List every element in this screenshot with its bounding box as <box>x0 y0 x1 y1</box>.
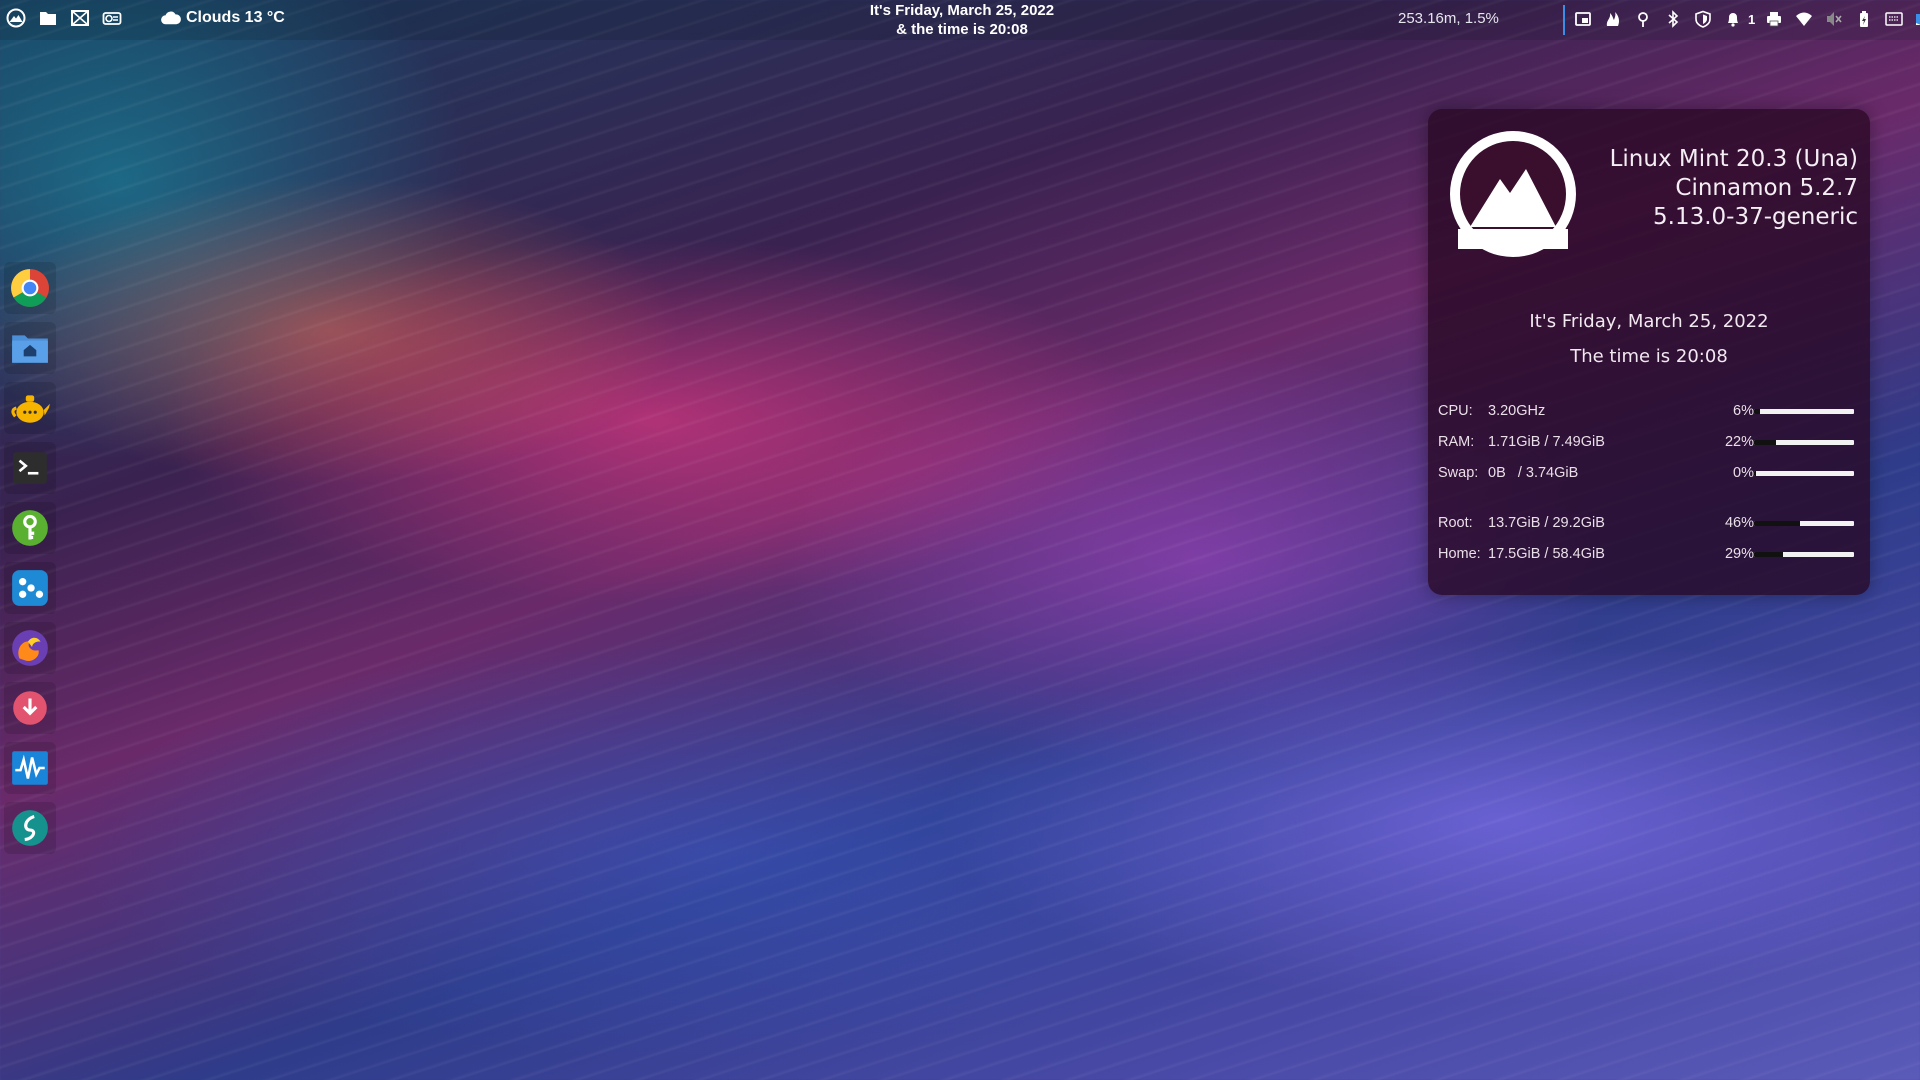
top-panel: Clouds 13 °C It's Friday, March 25, 2022… <box>0 0 1920 40</box>
dots-app-icon <box>12 570 48 606</box>
stat-bar <box>1754 409 1854 414</box>
stat-row-cpu: CPU: 3.20GHz 6% <box>1438 403 1858 423</box>
stat-bar <box>1754 471 1854 476</box>
dock-item-firefox[interactable] <box>4 622 56 674</box>
stat-percent: 0% <box>1733 465 1754 481</box>
stat-percent: 6% <box>1733 403 1754 419</box>
cloud-icon <box>161 11 181 25</box>
download-icon <box>13 691 47 725</box>
stat-bar-fill <box>1754 440 1776 445</box>
stat-value: 13.7GiB / 29.2GiB <box>1488 515 1605 531</box>
wifi-icon[interactable] <box>1793 8 1815 30</box>
stat-bar <box>1754 440 1854 445</box>
stat-value: 0B / 3.74GiB <box>1488 465 1579 481</box>
desklet-time: The time is 20:08 <box>1570 346 1728 367</box>
stat-label: Root: <box>1438 515 1473 531</box>
shield-icon[interactable] <box>1692 8 1714 30</box>
dock-item-system-monitor[interactable] <box>4 742 56 794</box>
os-name: Linux Mint 20.3 (Una) <box>1609 146 1858 172</box>
printer-icon[interactable] <box>1763 8 1785 30</box>
desktop-icon[interactable] <box>1913 8 1920 30</box>
stat-value: 1.71GiB / 7.49GiB <box>1488 434 1605 450</box>
weather-label: Clouds 13 °C <box>186 9 285 26</box>
bell-icon[interactable] <box>1722 8 1744 30</box>
flame-icon[interactable] <box>1602 8 1624 30</box>
stat-bar-fill <box>1754 471 1756 476</box>
window-icon[interactable] <box>1572 8 1594 30</box>
stat-percent: 29% <box>1724 546 1754 562</box>
stat-bar-fill <box>1754 552 1783 557</box>
memory-applet[interactable]: 253.16m, 1.5% <box>1398 10 1499 27</box>
stat-row-home: Home: 17.5GiB / 58.4GiB 29% <box>1438 546 1858 566</box>
system-info: Linux Mint 20.3 (Una) Cinnamon 5.2.7 5.1… <box>1610 145 1858 232</box>
stat-value: 17.5GiB / 58.4GiB <box>1488 546 1605 562</box>
system-monitor-icon <box>12 751 48 785</box>
mute-icon[interactable] <box>1823 8 1845 30</box>
stat-bar-fill <box>1754 409 1760 414</box>
keyboard-icon[interactable] <box>1883 8 1905 30</box>
dock-item-teapot[interactable] <box>4 382 56 434</box>
stat-row-root: Root: 13.7GiB / 29.2GiB 46% <box>1438 515 1858 535</box>
mail-icon[interactable] <box>68 6 92 30</box>
notification-count: 1 <box>1748 11 1756 27</box>
dock-item-terminal[interactable] <box>4 442 56 494</box>
home-folder-icon <box>12 335 48 363</box>
stat-percent: 46% <box>1724 515 1754 531</box>
linux-mint-logo <box>1450 131 1576 257</box>
dock-item-home-folder[interactable] <box>4 322 56 374</box>
panel-divider <box>1563 5 1565 35</box>
bluetooth-icon[interactable] <box>1662 8 1684 30</box>
stat-label: Swap: <box>1438 465 1479 481</box>
stat-label: RAM: <box>1438 434 1475 450</box>
panel-clock[interactable]: It's Friday, March 25, 2022 & the time i… <box>862 1 1062 39</box>
battery-icon[interactable] <box>1853 8 1875 30</box>
dock-item-keyring[interactable] <box>4 502 56 554</box>
stat-row-ram: RAM: 1.71GiB / 7.49GiB 22% <box>1438 434 1858 454</box>
stat-bar <box>1754 521 1854 526</box>
desklet-date: It's Friday, March 25, 2022 <box>1529 311 1769 332</box>
stat-label: Home: <box>1438 546 1481 562</box>
firefox-icon <box>12 630 48 666</box>
sublime-icon <box>12 810 48 846</box>
stat-bar <box>1754 552 1854 557</box>
location-icon[interactable] <box>1632 8 1654 30</box>
toggle-icon[interactable] <box>100 6 124 30</box>
system-tray: 1 <box>1572 8 1920 30</box>
terminal-icon <box>13 452 47 484</box>
dock-item-chrome[interactable] <box>4 262 56 314</box>
stat-percent: 22% <box>1724 434 1754 450</box>
kernel-version: 5.13.0-37-generic <box>1653 204 1858 230</box>
clock-line-2: & the time is 20:08 <box>896 21 1028 38</box>
stat-label: CPU: <box>1438 403 1473 419</box>
weather-applet[interactable]: Clouds 13 °C <box>160 9 285 27</box>
chrome-icon <box>11 269 49 307</box>
keyring-icon <box>12 510 48 546</box>
panel-launchers: Clouds 13 °C <box>4 6 285 30</box>
files-icon[interactable] <box>36 6 60 30</box>
dock-item-sublime[interactable] <box>4 802 56 854</box>
dock-item-download[interactable] <box>4 682 56 734</box>
teapot-icon <box>11 395 50 423</box>
dock <box>4 262 56 854</box>
dock-item-dots-app[interactable] <box>4 562 56 614</box>
menu-icon[interactable] <box>4 6 28 30</box>
stat-row-swap: Swap: 0B / 3.74GiB 0% <box>1438 465 1858 485</box>
desktop-environment: Cinnamon 5.2.7 <box>1675 175 1858 201</box>
system-info-desklet[interactable]: Linux Mint 20.3 (Una) Cinnamon 5.2.7 5.1… <box>1428 109 1870 595</box>
clock-line-1: It's Friday, March 25, 2022 <box>869 2 1055 19</box>
stat-value: 3.20GHz <box>1488 403 1546 419</box>
stat-bar-fill <box>1754 521 1800 526</box>
